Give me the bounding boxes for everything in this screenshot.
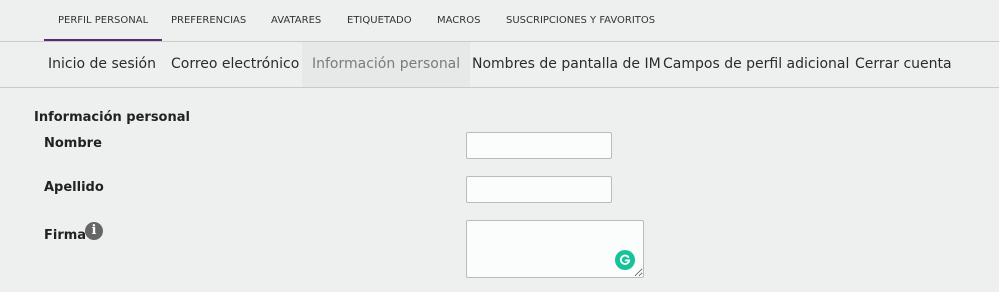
tab-etiquetado[interactable]: ETIQUETADO	[347, 15, 412, 26]
subtab-inicio-de-sesion[interactable]: Inicio de sesión	[48, 42, 156, 87]
tab-preferencias[interactable]: PREFERENCIAS	[171, 15, 246, 26]
nombre-label: Nombre	[44, 136, 102, 151]
tab-perfil-personal[interactable]: PERFIL PERSONAL	[43, 15, 163, 41]
apellido-input[interactable]	[466, 176, 612, 203]
apellido-label: Apellido	[44, 180, 104, 195]
info-icon[interactable]: i	[85, 222, 103, 240]
subtab-cerrar-cuenta[interactable]: Cerrar cuenta	[855, 42, 952, 87]
grammarly-icon[interactable]	[615, 250, 635, 270]
sub-tab-bar: Inicio de sesión Correo electrónico Info…	[0, 42, 999, 88]
section-title: Información personal	[34, 110, 190, 125]
subtab-campos-de-perfil-adicional[interactable]: Campos de perfil adicional	[663, 42, 849, 87]
tab-macros[interactable]: MACROS	[437, 15, 480, 26]
tab-suscripciones-y-favoritos[interactable]: SUSCRIPCIONES Y FAVORITOS	[506, 15, 655, 26]
top-tab-bar: PERFIL PERSONAL PREFERENCIAS AVATARES ET…	[0, 0, 999, 42]
firma-label: Firma	[44, 228, 87, 243]
nombre-input[interactable]	[466, 132, 612, 159]
subtab-nombres-de-pantalla-de-im[interactable]: Nombres de pantalla de IM	[472, 42, 661, 87]
tab-avatares[interactable]: AVATARES	[271, 15, 321, 26]
subtab-informacion-personal[interactable]: Información personal	[302, 42, 471, 87]
subtab-correo-electronico[interactable]: Correo electrónico	[171, 42, 299, 87]
firma-textarea-wrap	[466, 220, 644, 278]
